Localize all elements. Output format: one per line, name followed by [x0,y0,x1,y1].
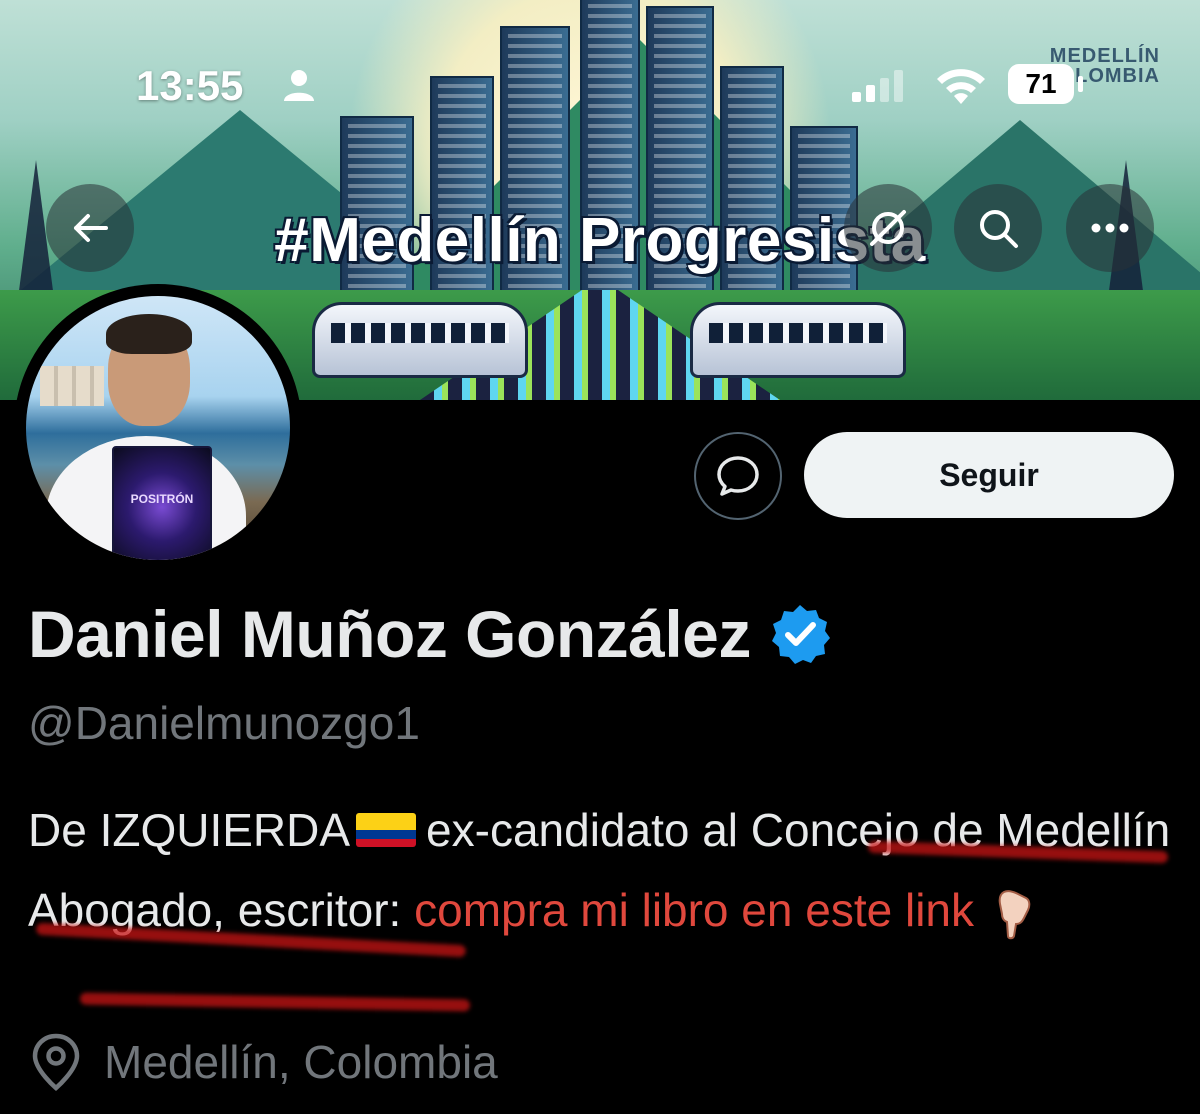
more-button[interactable] [1066,184,1154,272]
search-button[interactable] [954,184,1042,272]
battery-indicator: 71 [1008,64,1074,104]
status-time: 13:55 [136,62,244,109]
back-arrow-icon [74,214,108,242]
bio-book-link[interactable]: compra mi libro en este link [414,884,974,936]
profile-name: Daniel Muñoz González [28,597,751,671]
grok-button[interactable] [844,184,932,272]
red-underline-marker [79,992,471,1012]
profile-handle: @Danielmunozgo1 [28,697,420,749]
message-bubble-icon [717,456,759,496]
profile-name-row: Daniel Muñoz González [28,596,831,672]
profile-bio: De IZQUIERDA ex-candidato al Concejo de M… [28,790,1178,950]
cellular-signal-icon [852,70,903,102]
book-title: POSITRÓN [130,492,194,506]
location-pin-icon [32,1033,80,1091]
profile-location: Medellín, Colombia [30,1032,498,1092]
avatar-background-buildings [40,366,104,406]
location-text: Medellín, Colombia [104,1036,498,1088]
battery-tip [1078,76,1083,92]
back-button[interactable] [46,184,134,272]
grok-icon [870,210,906,246]
person-icon [284,70,314,101]
wifi-icon [937,69,985,104]
avatar-hair [106,314,192,354]
avatar[interactable]: POSITRÓN [26,296,290,560]
message-button[interactable] [694,432,782,520]
banner-train [690,302,906,378]
follow-button[interactable]: Seguir [804,432,1174,518]
avatar-book: POSITRÓN [112,446,212,560]
verified-badge-icon[interactable] [769,603,831,665]
banner-train [312,302,528,378]
colombia-flag-icon [356,812,417,847]
pointing-down-hand-icon [998,890,1031,940]
more-icon [1091,223,1129,233]
status-bar: 13:55 71 [0,50,1200,120]
search-icon [980,210,1018,248]
bio-text-1: De IZQUIERDA [28,804,351,856]
